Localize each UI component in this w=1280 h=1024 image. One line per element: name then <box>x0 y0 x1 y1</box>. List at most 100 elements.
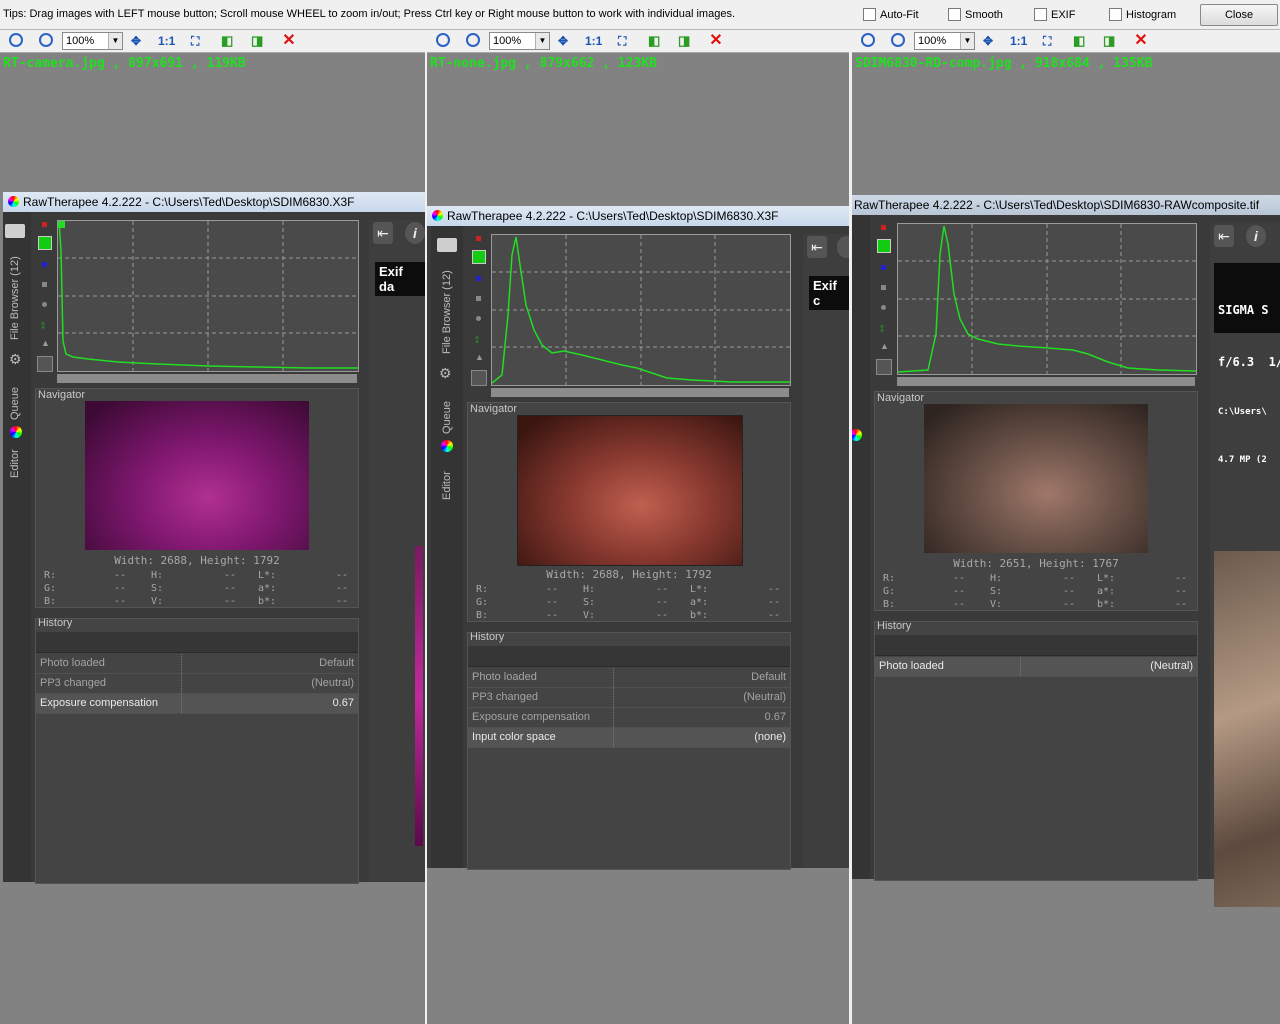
previous-image-icon[interactable]: ◧ <box>221 32 233 50</box>
green-channel-icon[interactable] <box>877 239 891 253</box>
luminance-icon[interactable] <box>476 296 481 301</box>
tab-queue[interactable]: Queue <box>441 401 453 434</box>
zoom-in-icon[interactable] <box>434 32 452 50</box>
one-to-one-button[interactable]: 1:1 <box>1010 32 1027 50</box>
navigator-thumbnail[interactable] <box>85 401 309 550</box>
image-pane-2[interactable]: 100% ▼ ✥ 1:1 ⛶ ◧ ◨ ✕ RT-none.jpg , 879x66… <box>427 30 849 1024</box>
zoom-out-icon[interactable] <box>464 32 482 50</box>
collapse-panel-icon[interactable]: ⇤ <box>1214 225 1234 247</box>
zoom-select[interactable]: 100% ▼ <box>62 32 123 50</box>
triangle-icon[interactable]: ▲ <box>41 338 50 348</box>
green-channel-icon[interactable] <box>38 236 52 250</box>
next-image-icon[interactable]: ◨ <box>251 32 263 50</box>
fit-width-icon[interactable]: ✥ <box>983 32 993 50</box>
bar-mode-icon[interactable] <box>37 356 53 372</box>
info-icon[interactable] <box>837 236 849 258</box>
luminance-icon[interactable] <box>881 285 886 290</box>
info-icon[interactable]: i <box>1246 225 1266 247</box>
histogram-checkbox[interactable]: Histogram <box>1109 8 1176 21</box>
checkbox-box[interactable] <box>948 8 961 21</box>
luminance-icon[interactable] <box>42 282 47 287</box>
value-label: H: <box>990 573 1003 584</box>
bar-mode-icon[interactable] <box>471 370 487 386</box>
tab-file-browser[interactable]: File Browser (12) <box>441 270 453 354</box>
navigator-thumbnail[interactable] <box>517 415 743 566</box>
fit-window-icon[interactable]: ⛶ <box>1043 32 1051 50</box>
blue-channel-icon[interactable] <box>881 265 886 270</box>
histogram-scrollbar[interactable] <box>57 374 357 383</box>
zoom-in-icon[interactable] <box>859 32 877 50</box>
red-channel-icon[interactable] <box>476 236 481 241</box>
fit-width-icon[interactable]: ✥ <box>558 32 568 50</box>
chevron-down-icon[interactable]: ▼ <box>960 33 974 49</box>
chevron-down-icon[interactable]: ▼ <box>535 33 549 49</box>
red-channel-icon[interactable] <box>42 222 47 227</box>
triangle-icon[interactable]: ▲ <box>475 352 484 362</box>
history-row-selected[interactable]: Exposure compensation 0.67 <box>36 694 358 714</box>
histogram-scrollbar[interactable] <box>897 377 1195 386</box>
tab-queue[interactable]: Queue <box>9 387 21 420</box>
red-channel-icon[interactable] <box>881 225 886 230</box>
close-image-icon[interactable]: ✕ <box>281 32 297 50</box>
rawtherapee-logo-icon <box>8 196 19 208</box>
zoom-in-icon[interactable] <box>7 32 25 50</box>
value-label: S: <box>151 583 164 594</box>
history-row-selected[interactable]: Input color space (none) <box>468 728 790 748</box>
navigator-thumbnail[interactable] <box>924 404 1148 553</box>
chroma-icon[interactable] <box>42 302 47 307</box>
exif-checkbox[interactable]: EXIF <box>1034 8 1075 21</box>
one-to-one-button[interactable]: 1:1 <box>585 32 602 50</box>
zoom-select[interactable]: 100% ▼ <box>489 32 550 50</box>
image-pane-1[interactable]: 100% ▼ ✥ 1:1 ⛶ ◧ ◨ ✕ RT-camera.jpg , 897x… <box>0 30 425 1024</box>
next-image-icon[interactable]: ◨ <box>678 32 690 50</box>
chroma-icon[interactable] <box>881 305 886 310</box>
checkbox-box[interactable] <box>863 8 876 21</box>
fit-window-icon[interactable]: ⛶ <box>191 32 199 50</box>
history-label: History <box>877 620 912 632</box>
previous-image-icon[interactable]: ◧ <box>648 32 660 50</box>
fit-window-icon[interactable]: ⛶ <box>618 32 626 50</box>
checkbox-box[interactable] <box>1109 8 1122 21</box>
history-row[interactable]: PP3 changed (Neutral) <box>468 688 790 708</box>
tab-file-browser[interactable]: File Browser (12) <box>9 256 21 340</box>
histogram-scrollbar[interactable] <box>491 388 789 397</box>
next-image-icon[interactable]: ◨ <box>1103 32 1115 50</box>
history-row[interactable]: Exposure compensation 0.67 <box>468 708 790 728</box>
info-icon[interactable]: i <box>405 222 425 244</box>
zoom-out-icon[interactable] <box>889 32 907 50</box>
value-label: a*: <box>690 597 709 608</box>
close-image-icon[interactable]: ✕ <box>708 32 724 50</box>
image-dimensions: Width: 2651, Height: 1767 <box>953 557 1119 570</box>
image-dimensions: Width: 2688, Height: 1792 <box>114 554 280 567</box>
collapse-panel-icon[interactable]: ⇤ <box>807 236 827 258</box>
fit-width-icon[interactable]: ✥ <box>131 32 141 50</box>
tab-editor[interactable]: Editor <box>9 449 21 478</box>
triangle-icon[interactable]: ▲ <box>880 341 889 351</box>
tab-editor[interactable]: Editor <box>441 471 453 500</box>
blue-channel-icon[interactable] <box>42 262 47 267</box>
chevron-down-icon[interactable]: ▼ <box>108 33 122 49</box>
zoom-select[interactable]: 100% ▼ <box>914 32 975 50</box>
history-row[interactable]: PP3 changed (Neutral) <box>36 674 358 694</box>
smooth-checkbox[interactable]: Smooth <box>948 8 1003 21</box>
history-row[interactable]: Photo loaded Default <box>468 668 790 688</box>
chroma-icon[interactable] <box>476 316 481 321</box>
history-row[interactable]: Photo loaded Default <box>36 654 358 674</box>
raw-histogram-icon[interactable]: ⁑ <box>475 336 479 345</box>
close-image-icon[interactable]: ✕ <box>1133 32 1149 50</box>
previous-image-icon[interactable]: ◧ <box>1073 32 1085 50</box>
zoom-out-icon[interactable] <box>37 32 55 50</box>
histogram-plot <box>897 223 1197 375</box>
raw-histogram-icon[interactable]: ⁑ <box>41 322 45 331</box>
collapse-panel-icon[interactable]: ⇤ <box>373 222 393 244</box>
checkbox-box[interactable] <box>1034 8 1047 21</box>
history-row-selected[interactable]: Photo loaded (Neutral) <box>875 657 1197 677</box>
one-to-one-button[interactable]: 1:1 <box>158 32 175 50</box>
green-channel-icon[interactable] <box>472 250 486 264</box>
image-pane-3[interactable]: 100% ▼ ✥ 1:1 ⛶ ◧ ◨ ✕ SDIM6830-RD-comp.jpg… <box>852 30 1280 1024</box>
close-button[interactable]: Close <box>1200 4 1278 26</box>
blue-channel-icon[interactable] <box>476 276 481 281</box>
raw-histogram-icon[interactable]: ⁑ <box>880 325 884 334</box>
auto-fit-checkbox[interactable]: Auto-Fit <box>863 8 919 21</box>
bar-mode-icon[interactable] <box>876 359 892 375</box>
